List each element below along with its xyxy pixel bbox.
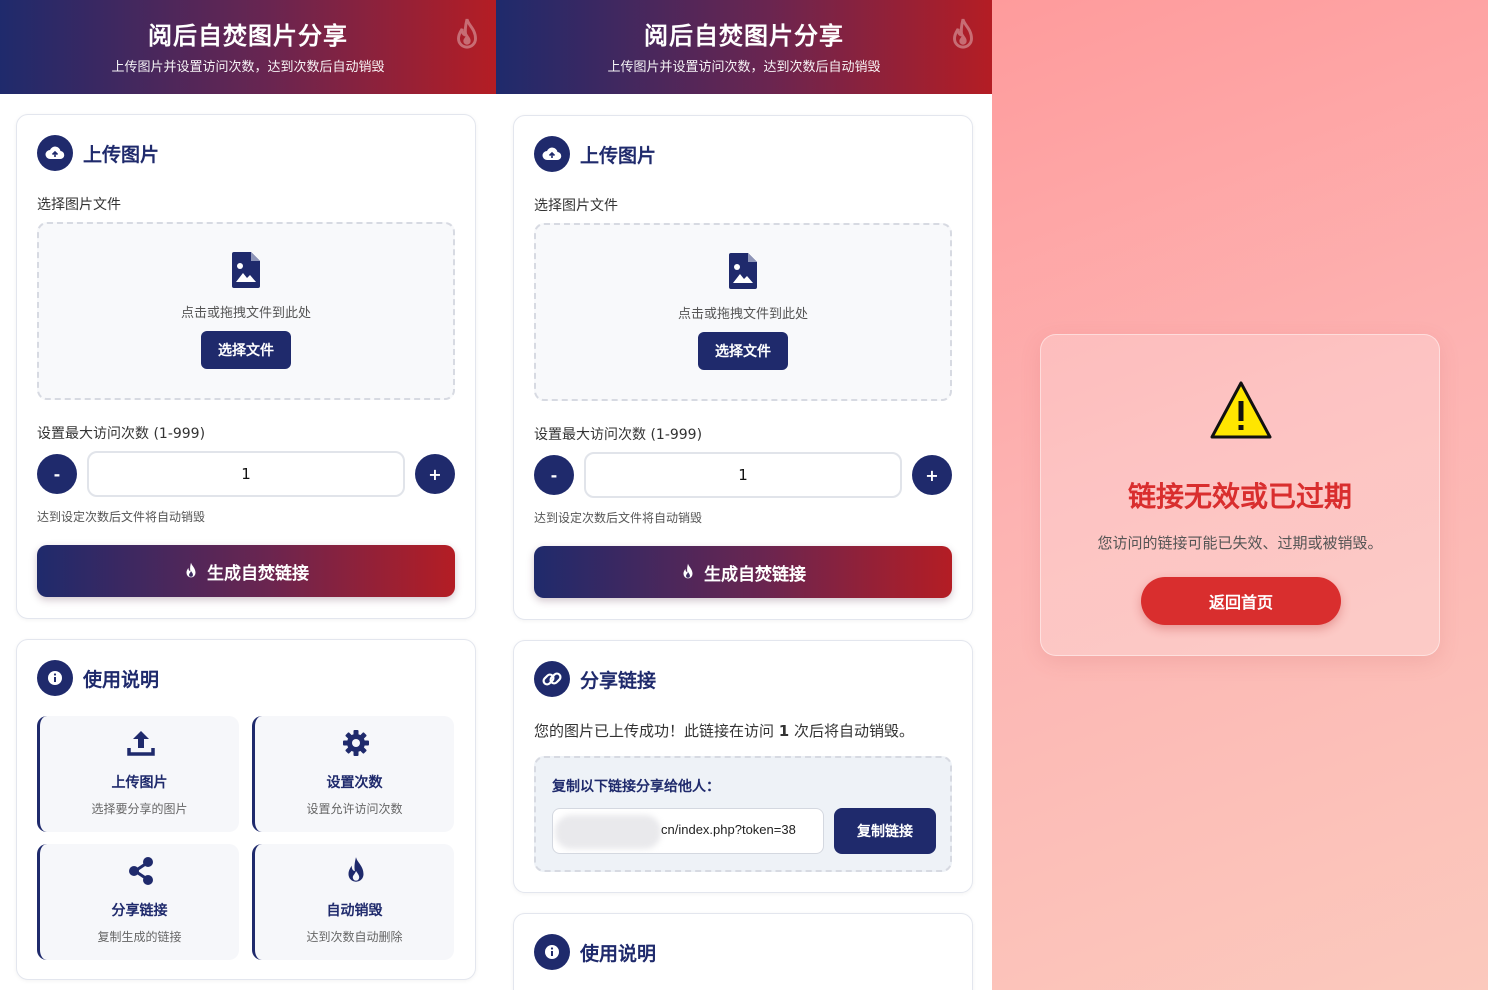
drop-zone[interactable]: 点击或拖拽文件到此处 选择文件: [37, 222, 455, 400]
info-icon: [534, 934, 570, 970]
gear-icon: [343, 730, 369, 756]
share-card-title: 分享链接: [580, 669, 657, 692]
header-subtitle: 上传图片并设置访问次数，达到次数后自动销毁: [607, 60, 881, 75]
copy-link-button[interactable]: 复制链接: [834, 808, 936, 854]
count-label: 设置最大访问次数 (1-999): [534, 427, 703, 443]
fire-icon: [348, 857, 364, 882]
usage-tile-upload: 上传图片 选择要分享的图片: [37, 716, 239, 832]
usage-card-header: 使用说明: [534, 934, 656, 970]
file-label: 选择图片文件: [534, 198, 618, 214]
increment-button[interactable]: +: [912, 455, 952, 495]
usage-tile-share: 分享链接 复制生成的链接: [37, 844, 239, 960]
generate-link-button[interactable]: 生成自焚链接: [534, 546, 952, 598]
generate-link-label: 生成自焚链接: [207, 563, 309, 584]
file-label: 选择图片文件: [37, 197, 121, 213]
upload-page-panel: 阅后自焚图片分享 上传图片并设置访问次数，达到次数后自动销毁 上传图片 选择图片…: [0, 0, 496, 990]
usage-tile-desc: 设置允许访问次数: [306, 802, 403, 816]
link-icon: [534, 661, 570, 697]
share-success-message: 您的图片已上传成功！此链接在访问 1 次后将自动销毁。: [534, 720, 914, 741]
share-message-count: 1: [778, 722, 790, 740]
drop-zone-text: 点击或拖拽文件到此处: [677, 307, 808, 322]
share-card-header: 分享链接: [534, 661, 656, 697]
image-file-icon: [232, 252, 260, 288]
share-url-text: cn/index.php?token=38: [661, 822, 796, 837]
back-home-button[interactable]: 返回首页: [1141, 577, 1341, 625]
error-card: 链接无效或已过期 您访问的链接可能已失效、过期或被销毁。 返回首页: [1040, 334, 1440, 656]
usage-tile-destroy: 自动销毁 达到次数自动删除: [252, 844, 454, 960]
usage-tile-desc: 达到次数自动删除: [306, 930, 403, 944]
fire-icon: [953, 18, 973, 49]
header-title: 阅后自焚图片分享: [644, 22, 844, 50]
upload-icon: [127, 731, 155, 756]
usage-tile-title: 设置次数: [326, 775, 383, 791]
generate-link-button[interactable]: 生成自焚链接: [37, 545, 455, 597]
visit-count-input[interactable]: 1: [584, 452, 902, 498]
count-label: 设置最大访问次数 (1-999): [37, 426, 206, 442]
error-page-panel: 链接无效或已过期 您访问的链接可能已失效、过期或被销毁。 返回首页: [992, 0, 1488, 990]
info-icon: [37, 660, 73, 696]
drop-zone-text: 点击或拖拽文件到此处: [180, 306, 311, 321]
upload-card: 上传图片 选择图片文件 点击或拖拽文件到此处 选择文件 设置最大访问次数 (1-…: [16, 114, 476, 619]
share-card: 分享链接 您的图片已上传成功！此链接在访问 1 次后将自动销毁。 复制以下链接分…: [513, 640, 973, 893]
drop-zone[interactable]: 点击或拖拽文件到此处 选择文件: [534, 223, 952, 401]
share-link-box: 复制以下链接分享给他人： cn/index.php?token=38 复制链接: [534, 756, 952, 872]
usage-card-header: 使用说明: [37, 660, 159, 696]
usage-tile-desc: 选择要分享的图片: [91, 802, 188, 816]
upload-card-header: 上传图片: [37, 135, 159, 171]
usage-card: 使用说明: [513, 913, 973, 990]
share-message-prefix: 您的图片已上传成功！此链接在访问: [534, 722, 775, 740]
increment-button[interactable]: +: [415, 454, 455, 494]
error-title: 链接无效或已过期: [1127, 480, 1352, 513]
destroy-hint: 达到设定次数后文件将自动销毁: [37, 510, 206, 524]
choose-file-button[interactable]: 选择文件: [698, 332, 788, 370]
share-page-panel: 阅后自焚图片分享 上传图片并设置访问次数，达到次数后自动销毁 上传图片 选择图片…: [496, 0, 992, 990]
warning-icon: [1210, 381, 1272, 439]
usage-tile-title: 分享链接: [111, 903, 168, 919]
header: 阅后自焚图片分享 上传图片并设置访问次数，达到次数后自动销毁: [496, 0, 992, 94]
usage-card: 使用说明 上传图片 选择要分享的图片 设置次数 设置允许访问次数 分享链接 复制…: [16, 639, 476, 980]
usage-card-title: 使用说明: [580, 942, 657, 965]
header-subtitle: 上传图片并设置访问次数，达到次数后自动销毁: [111, 60, 385, 75]
share-url-field[interactable]: cn/index.php?token=38: [552, 808, 824, 854]
fire-icon: [457, 18, 477, 49]
usage-tile-title: 上传图片: [111, 775, 168, 791]
upload-card-title: 上传图片: [580, 144, 657, 167]
header: 阅后自焚图片分享 上传图片并设置访问次数，达到次数后自动销毁: [0, 0, 496, 94]
choose-file-button[interactable]: 选择文件: [201, 331, 291, 369]
share-icon: [129, 857, 153, 885]
header-title: 阅后自焚图片分享: [148, 22, 348, 50]
upload-card: 上传图片 选择图片文件 点击或拖拽文件到此处 选择文件 设置最大访问次数 (1-…: [513, 115, 973, 620]
usage-tile-count: 设置次数 设置允许访问次数: [252, 716, 454, 832]
usage-card-title: 使用说明: [83, 668, 160, 691]
cloud-upload-icon: [534, 136, 570, 172]
redacted-domain: [555, 815, 661, 849]
usage-tile-title: 自动销毁: [326, 903, 383, 919]
fire-icon: [683, 563, 693, 579]
fire-icon: [186, 562, 196, 578]
generate-link-label: 生成自焚链接: [704, 564, 806, 585]
share-link-label: 复制以下链接分享给他人：: [552, 779, 720, 795]
usage-tile-desc: 复制生成的链接: [97, 930, 182, 944]
upload-card-title: 上传图片: [83, 143, 160, 166]
upload-card-header: 上传图片: [534, 136, 656, 172]
image-file-icon: [729, 253, 757, 289]
decrement-button[interactable]: -: [534, 455, 574, 495]
error-message: 您访问的链接可能已失效、过期或被销毁。: [1097, 534, 1383, 552]
destroy-hint: 达到设定次数后文件将自动销毁: [534, 511, 703, 525]
cloud-upload-icon: [37, 135, 73, 171]
share-message-suffix: 次后将自动销毁。: [794, 722, 915, 740]
visit-count-input[interactable]: 1: [87, 451, 405, 497]
decrement-button[interactable]: -: [37, 454, 77, 494]
